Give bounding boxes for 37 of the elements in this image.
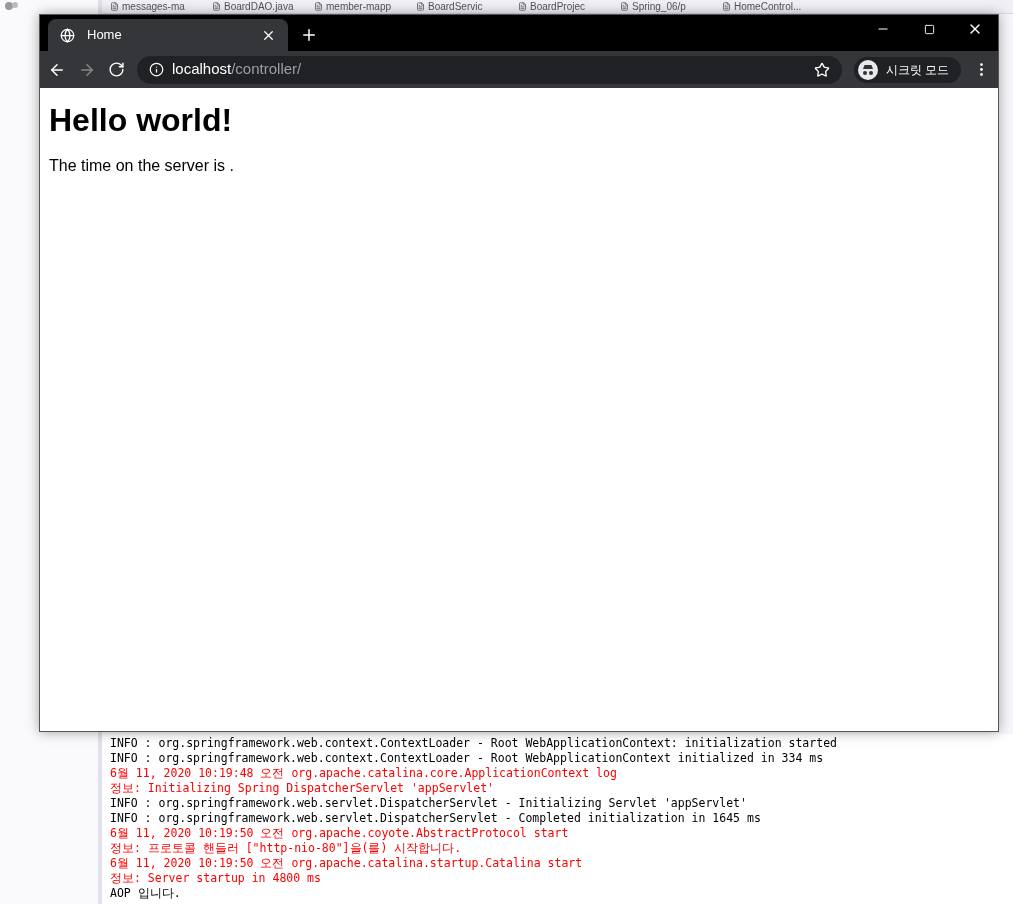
- console-line: INFO : org.springframework.web.servlet.DispatcherServlet - Initializing Servlet 'appServlet': [110, 796, 748, 811]
- editor-tab[interactable]: messages-ma: [110, 0, 206, 13]
- console-line: INFO : org.springframework.web.servlet.DispatcherServlet - Completed initialization in 1645 ms: [110, 811, 762, 826]
- file-icon: [314, 2, 323, 11]
- editor-tab[interactable]: BoardServic: [416, 0, 512, 13]
- address-bar[interactable]: localhost/controller/: [137, 55, 842, 84]
- file-icon: [722, 2, 731, 11]
- incognito-icon: [857, 59, 878, 80]
- console-line: INFO : org.springframework.web.context.ContextLoader - Root WebApplicationContext: initialization started: [110, 736, 838, 751]
- editor-tab[interactable]: BoardDAO.java: [212, 0, 308, 13]
- editor-tab[interactable]: member-mapp: [314, 0, 410, 13]
- console-line: 6월 11, 2020 10:19:48 오전 org.apache.catalina.core.ApplicationContext log: [110, 766, 618, 781]
- incognito-badge[interactable]: 시크릿 모드: [853, 56, 961, 83]
- console-line: 정보: Initializing Spring DispatcherServlet 'appServlet': [110, 781, 496, 796]
- console-line: 정보: Server startup in 4800 ms: [110, 871, 322, 886]
- editor-tab[interactable]: HomeControl...: [722, 0, 818, 13]
- globe-icon: [60, 27, 75, 43]
- editor-tab[interactable]: BoardProjec: [518, 0, 614, 13]
- console-line: 6월 11, 2020 10:19:50 오전 org.apache.catalina.startup.Catalina start: [110, 856, 584, 871]
- maximize-icon[interactable]: [923, 23, 935, 35]
- info-icon: [149, 62, 164, 77]
- file-icon: [212, 2, 221, 11]
- file-icon: [110, 2, 119, 11]
- page-heading: Hello world!: [49, 101, 234, 140]
- editor-tab[interactable]: Spring_06/p: [620, 0, 716, 13]
- reload-icon[interactable]: [108, 61, 125, 78]
- file-icon: [620, 2, 629, 11]
- console-line: 정보: 프로토콜 핸들러 ["http-nio-80"]을(를) 시작합니다.: [110, 841, 463, 856]
- file-icon: [416, 2, 425, 11]
- browser-tab[interactable]: Home: [48, 19, 288, 51]
- file-icon: [518, 2, 527, 11]
- bookmark-star-icon[interactable]: [813, 61, 830, 78]
- console-line: INFO : org.springframework.web.context.ContextLoader - Root WebApplicationContext initialized in 334 ms: [110, 751, 825, 766]
- new-tab-icon[interactable]: [300, 26, 318, 44]
- page-text: The time on the server is .: [49, 156, 235, 176]
- console-line: 6월 11, 2020 10:19:50 오전 org.apache.coyote.AbstractProtocol start: [110, 826, 570, 841]
- console-line: AOP 입니다.: [110, 886, 182, 901]
